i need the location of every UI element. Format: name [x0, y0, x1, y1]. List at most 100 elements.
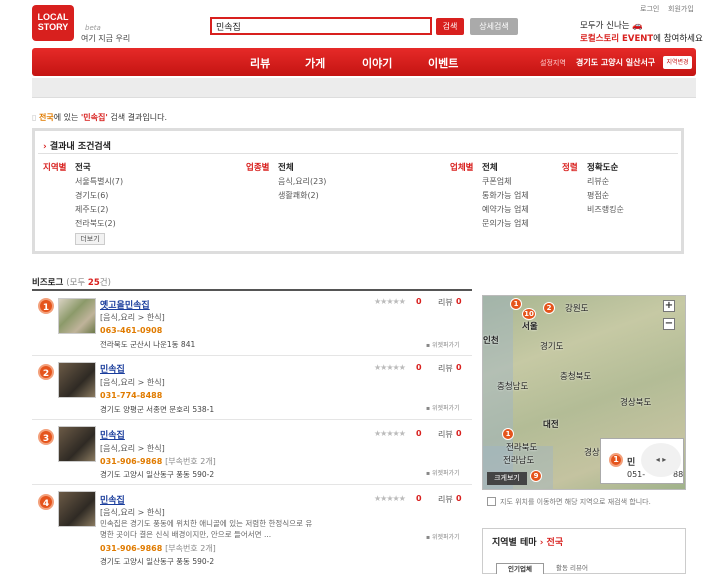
map-label: 경기도	[540, 342, 564, 352]
search-button[interactable]: 검색	[436, 18, 464, 35]
filter-business-label: 업체별	[450, 163, 474, 173]
store-thumbnail[interactable]	[58, 298, 96, 334]
tab-active-reviewers[interactable]: 활동 리뷰어	[548, 563, 596, 574]
filter-sort-option[interactable]: 리뷰순	[587, 176, 609, 187]
filter-sort-option[interactable]: 비즈랭킹순	[587, 204, 624, 215]
store-thumbnail[interactable]	[58, 362, 96, 398]
filter-business-selected[interactable]: 전체	[482, 161, 498, 173]
widget-label: 위젯퍼가기	[431, 405, 460, 412]
map-label: 인천	[483, 336, 499, 346]
divider	[32, 484, 472, 485]
divider	[32, 355, 472, 356]
store-thumbnail[interactable]	[58, 491, 96, 527]
filter-sort-option[interactable]: 평점순	[587, 190, 609, 201]
filter-region-selected[interactable]: 전국	[75, 161, 91, 173]
promo-banner-line1[interactable]: 모두가 신나는 🚗	[580, 19, 643, 31]
map-label: 서울	[522, 322, 538, 332]
filter-title: › 결과내 조건검색	[43, 139, 111, 152]
promo-banner-line2[interactable]: 로컬스토리 EVENT에 참여하세요	[580, 32, 703, 44]
store-name[interactable]: 옛고을민속집	[100, 298, 150, 311]
map-pin[interactable]: 2	[543, 302, 555, 314]
rating-score: 0	[416, 494, 422, 503]
filter-business-option[interactable]: 통화가능 업체	[482, 190, 529, 201]
filter-sort-selected[interactable]: 정확도순	[587, 161, 618, 173]
filter-region-option[interactable]: 전라북도(2)	[75, 218, 116, 229]
filter-category-option[interactable]: 음식,요리(23)	[278, 176, 326, 187]
filter-region-option[interactable]: 서울특별시(7)	[75, 176, 123, 187]
region-label: 설정지역	[540, 59, 566, 67]
map-pin[interactable]: 1	[502, 428, 514, 440]
map-label: 대전	[543, 420, 559, 430]
filter-title-text: 결과내 조건검색	[49, 142, 111, 152]
promo-highlight: 로컬스토리 EVENT	[580, 34, 654, 44]
widget-link[interactable]: ▪ 위젯퍼가기	[426, 468, 460, 477]
map-pin[interactable]: 1	[510, 298, 522, 310]
store-phone-extra: [부속번호 2개]	[165, 544, 216, 553]
region-change-button[interactable]: 지역변경	[663, 56, 692, 69]
logo[interactable]: LOCAL STORY	[32, 5, 74, 41]
map-research-checkbox[interactable]	[487, 497, 496, 506]
rank-badge: 2	[38, 364, 54, 380]
zoom-out-button[interactable]: −	[663, 318, 675, 330]
store-thumbnail[interactable]	[58, 426, 96, 462]
rating-stars: ★★★★★	[374, 363, 406, 372]
nav-story[interactable]: 이야기	[362, 55, 392, 71]
map-label: 전라남도	[503, 456, 535, 466]
rank-badge: 3	[38, 429, 54, 445]
enlarge-map-button[interactable]: 크게보기	[487, 472, 527, 485]
store-phone-number: 063-461-0908	[100, 326, 163, 335]
store-category: [음식,요리 > 한식]	[100, 444, 165, 453]
filter-region-option[interactable]: 경기도(6)	[75, 190, 108, 201]
theme-title-text: 지역별 테마	[492, 538, 537, 548]
signup-link[interactable]: 회원가입	[668, 4, 694, 14]
store-phone-number: 031-906-9868	[100, 457, 163, 466]
zoom-in-button[interactable]: +	[663, 300, 675, 312]
filter-business-option[interactable]: 쿠폰업체	[482, 176, 511, 187]
store-phone: 031-906-9868 [부속번호 2개]	[100, 456, 216, 467]
store-name[interactable]: 민속집	[100, 493, 125, 506]
store-name[interactable]: 민속집	[100, 362, 125, 375]
store-phone: 063-461-0908	[100, 326, 162, 335]
nav-store[interactable]: 가게	[305, 55, 325, 71]
chevron-right-icon: ›	[539, 538, 544, 548]
review-count[interactable]: 0	[456, 429, 462, 438]
filter-region-option[interactable]: 제주도(2)	[75, 204, 108, 215]
result-region: 전국	[38, 113, 54, 122]
bizlog-count-prefix: (모두	[66, 278, 88, 288]
map-pin[interactable]: 9	[530, 470, 542, 482]
widget-label: 위젯퍼가기	[431, 342, 460, 349]
widget-label: 위젯퍼가기	[431, 470, 460, 477]
tab-popular-stores[interactable]: 인기업체	[496, 563, 544, 574]
result-query: '민속집'	[80, 113, 108, 122]
map-note: 지도 위치를 이동하면 해당 지역으로 재검색 합니다.	[500, 498, 651, 506]
detail-search-button[interactable]: 상세검색	[470, 18, 518, 35]
rating-stars: ★★★★★	[374, 297, 406, 306]
store-name[interactable]: 민속집	[100, 428, 125, 441]
widget-link[interactable]: ▪ 위젯퍼가기	[426, 532, 460, 541]
search-input[interactable]	[210, 17, 432, 35]
filter-business-option[interactable]: 예약가능 업체	[482, 204, 529, 215]
sub-bar	[32, 78, 696, 98]
widget-link[interactable]: ▪ 위젯퍼가기	[426, 403, 460, 412]
review-count[interactable]: 0	[456, 297, 462, 306]
widget-link[interactable]: ▪ 위젯퍼가기	[426, 340, 460, 349]
filter-category-label: 업종별	[246, 163, 270, 173]
pan-control-icon[interactable]: ◂ ▸	[641, 443, 681, 477]
nav-event[interactable]: 이벤트	[428, 55, 458, 71]
store-phone: 031-774-8488	[100, 391, 162, 400]
filter-category-selected[interactable]: 전체	[278, 161, 294, 173]
map-pin[interactable]: 10	[522, 308, 536, 320]
filter-category-option[interactable]: 생활쾌화(2)	[278, 190, 319, 201]
nav-review[interactable]: 리뷰	[250, 55, 270, 71]
map-popup[interactable]: 1 민 051- 88 ◂ ▸	[600, 438, 684, 484]
more-button[interactable]: 더보기	[75, 233, 105, 245]
review-label: 리뷰	[438, 495, 453, 504]
review-label: 리뷰	[438, 298, 453, 307]
filter-business-option[interactable]: 문의가능 업체	[482, 218, 529, 229]
rating-stars: ★★★★★	[374, 429, 406, 438]
store-phone-number: 031-774-8488	[100, 391, 163, 400]
review-count[interactable]: 0	[456, 494, 462, 503]
login-link[interactable]: 로그인	[640, 4, 659, 14]
review-label: 리뷰	[438, 364, 453, 373]
review-count[interactable]: 0	[456, 363, 462, 372]
